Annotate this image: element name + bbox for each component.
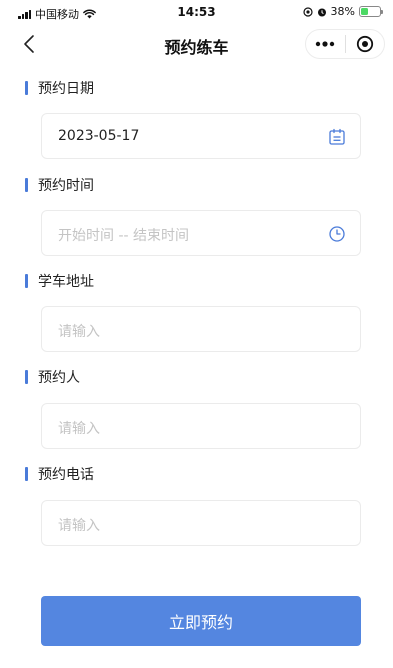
label-accent-bar xyxy=(25,178,28,192)
date-value: 2023-05-17 xyxy=(58,128,140,144)
close-button[interactable] xyxy=(346,30,385,58)
person-input[interactable]: 请输入 xyxy=(41,403,361,449)
date-label-text: 预约日期 xyxy=(38,81,94,97)
status-bar: 中国移动 14:53 38% xyxy=(0,0,393,24)
more-icon xyxy=(316,41,335,47)
date-label: 预约日期 xyxy=(25,78,94,98)
time-label-text: 预约时间 xyxy=(38,178,94,194)
phone-label-text: 预约电话 xyxy=(38,467,94,483)
alarm-icon xyxy=(317,8,326,16)
date-field[interactable]: 2023-05-17 xyxy=(41,113,361,159)
label-accent-bar xyxy=(25,467,28,481)
status-right: 38% xyxy=(302,5,383,18)
phone-placeholder: 请输入 xyxy=(58,518,100,534)
time-placeholder: 开始时间 -- 结束时间 xyxy=(58,228,190,244)
more-button[interactable] xyxy=(306,30,345,58)
location-icon xyxy=(302,6,313,17)
address-label: 学车地址 xyxy=(25,271,94,291)
battery-icon xyxy=(359,6,383,17)
submit-button[interactable]: 立即预约 xyxy=(41,596,361,646)
person-label-text: 预约人 xyxy=(38,370,80,386)
battery-percent: 38% xyxy=(330,5,355,18)
phone-label: 预约电话 xyxy=(25,464,94,484)
address-label-text: 学车地址 xyxy=(38,274,94,290)
mini-program-capsule xyxy=(305,29,385,59)
time-range-field[interactable]: 开始时间 -- 结束时间 xyxy=(41,210,361,256)
clock-icon xyxy=(329,226,345,242)
label-accent-bar xyxy=(25,81,28,95)
person-placeholder: 请输入 xyxy=(58,421,100,437)
battery-level xyxy=(361,8,368,15)
calendar-icon xyxy=(329,128,345,145)
address-placeholder: 请输入 xyxy=(58,324,100,340)
person-label: 预约人 xyxy=(25,367,80,387)
label-accent-bar xyxy=(25,370,28,384)
address-input[interactable]: 请输入 xyxy=(41,306,361,352)
label-accent-bar xyxy=(25,274,28,288)
nav-bar: 预约练车 xyxy=(0,24,393,64)
phone-input[interactable]: 请输入 xyxy=(41,500,361,546)
target-close-icon xyxy=(356,35,373,53)
time-label: 预约时间 xyxy=(25,175,94,195)
